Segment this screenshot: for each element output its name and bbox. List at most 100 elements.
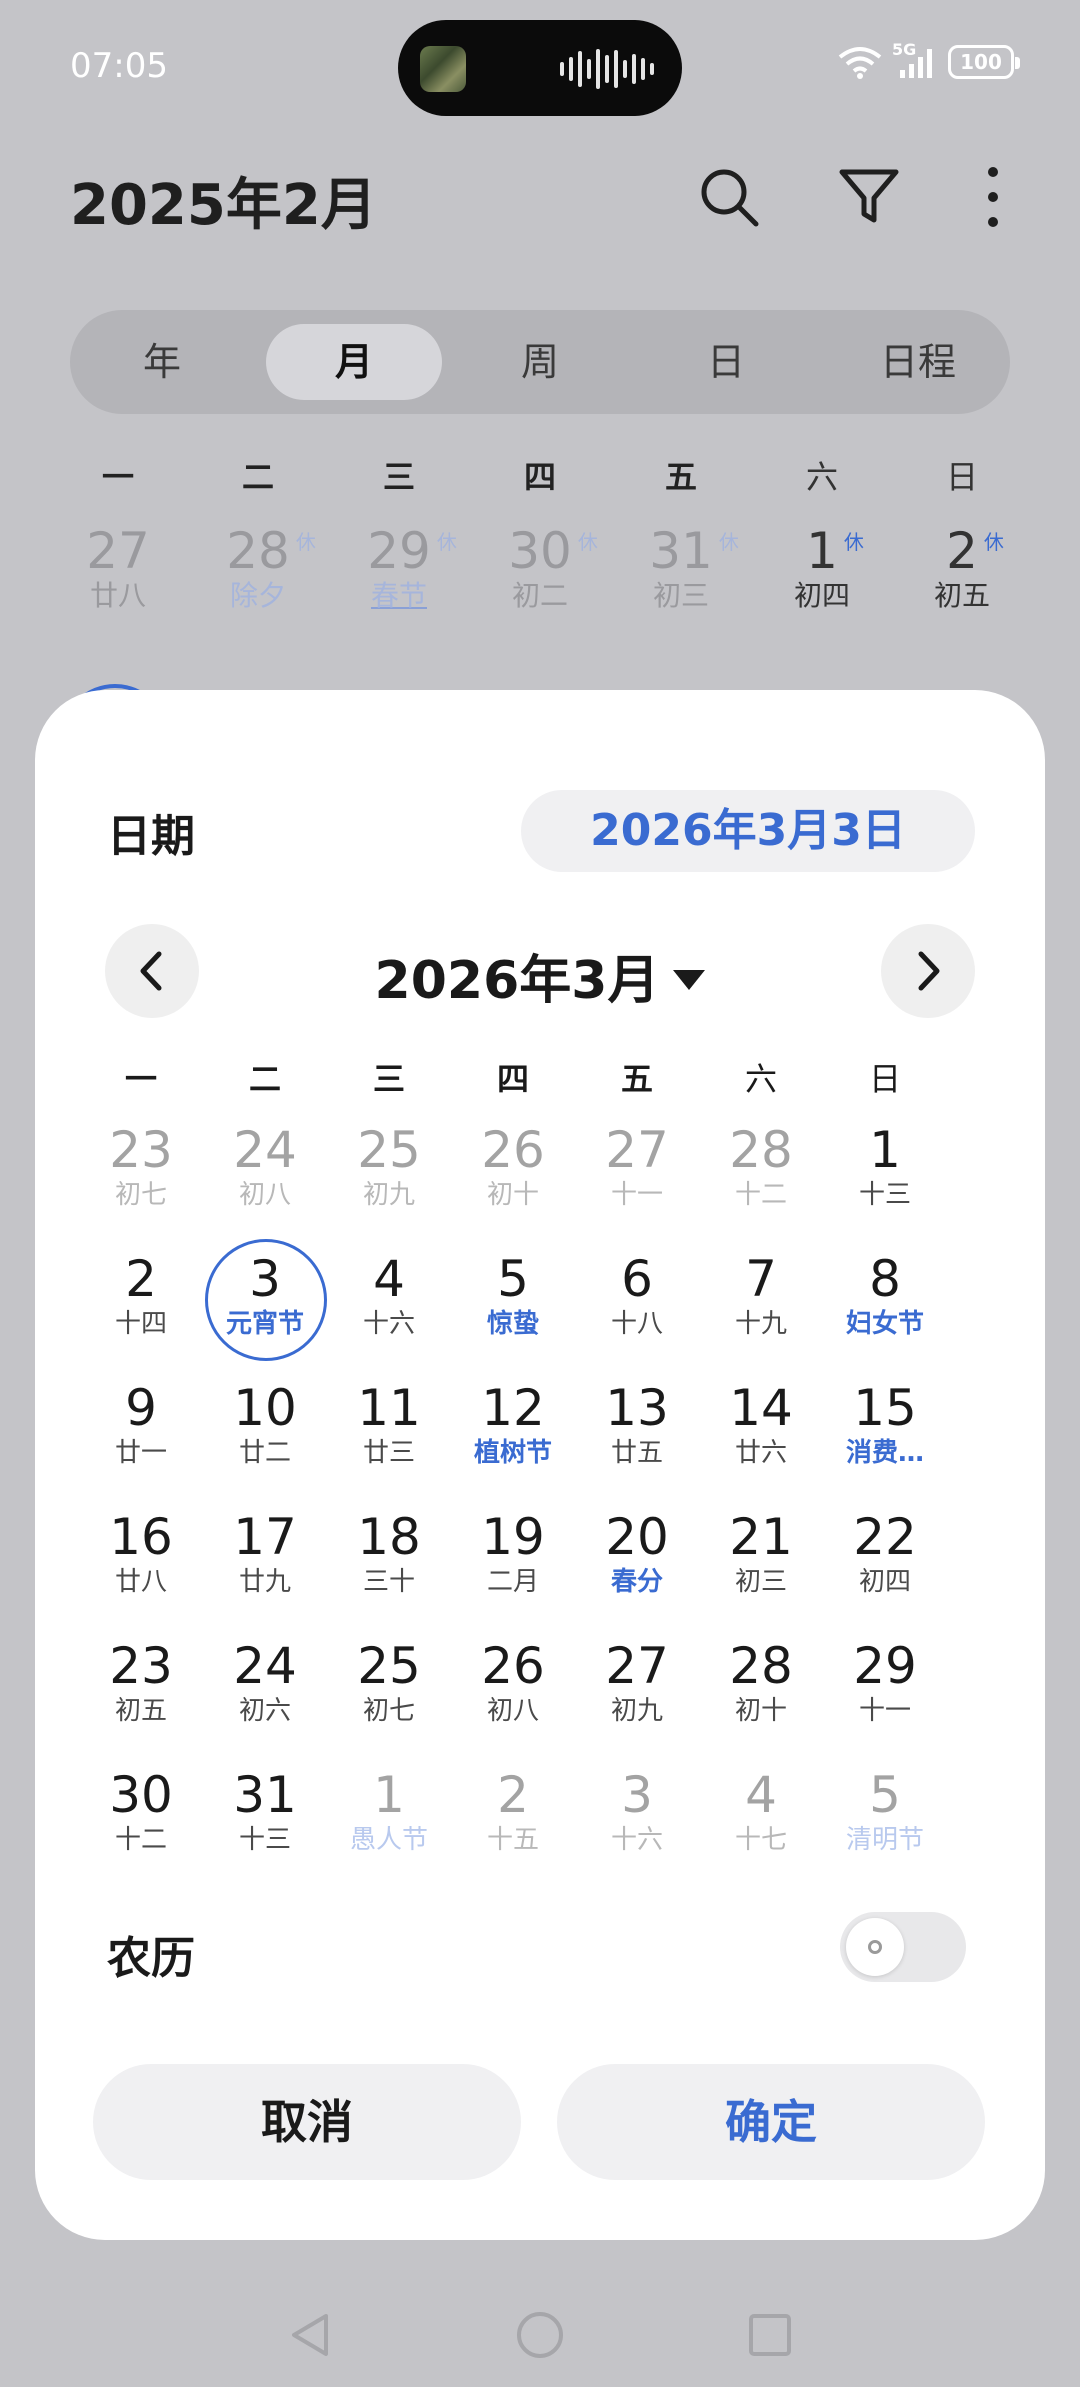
day-number: 31 [649,522,713,580]
day-cell[interactable]: 27 初九 [575,1626,699,1750]
day-cell[interactable]: 23 初五 [79,1626,203,1750]
page-title: 2025年2月 [70,173,377,238]
tab-week[interactable]: 周 [452,324,628,400]
selected-date-display[interactable]: 2026年3月3日 [521,790,975,872]
weekday-label: 日 [945,458,978,496]
view-switcher: 年 月 周 日 日程 [70,310,1010,414]
day-cell[interactable]: 28 初十 [699,1626,823,1750]
system-navigation-bar [0,2300,1080,2370]
background-day-cell[interactable]: 27 廿八 [58,522,178,614]
lunar-label: 妇女节 [845,1309,924,1339]
lunar-label: 初五 [114,1696,167,1726]
lunar-label: 十四 [114,1309,167,1339]
background-day-cell[interactable]: 30 休 初二 [480,522,600,614]
back-icon[interactable] [286,2310,336,2360]
day-cell[interactable]: 4 十七 [699,1755,823,1879]
day-cell[interactable]: 14 廿六 [699,1368,823,1492]
day-cell[interactable]: 8 妇女节 [823,1239,947,1363]
day-cell[interactable]: 4 十六 [327,1239,451,1363]
background-day-cell[interactable]: 2休 初五 [902,522,1022,614]
day-cell[interactable]: 27 十一 [575,1110,699,1234]
next-month-button[interactable] [881,924,975,1018]
day-cell[interactable]: 30 十二 [79,1755,203,1879]
day-cell[interactable]: 17 廿九 [203,1497,327,1621]
day-number: 28 [729,1121,793,1179]
day-cell[interactable]: 3 十六 [575,1755,699,1879]
day-number: 25 [357,1637,421,1695]
background-day-cell[interactable]: 29 休 春节 [339,522,459,614]
filter-icon[interactable] [834,162,904,232]
day-number: 26 [481,1121,545,1179]
background-day-cell[interactable]: 28 休 除夕 [198,522,318,614]
day-cell[interactable]: 24 初六 [203,1626,327,1750]
lunar-label: 廿五 [610,1438,663,1468]
day-number: 5 [497,1250,529,1308]
day-cell[interactable]: 25 初七 [327,1626,451,1750]
day-cell[interactable]: 2 十五 [451,1755,575,1879]
day-cell[interactable]: 5 惊蛰 [451,1239,575,1363]
lunar-label: 初六 [238,1696,291,1726]
more-options-icon[interactable] [958,162,1028,232]
day-cell[interactable]: 12 植树节 [451,1368,575,1492]
day-number: 4 [745,1766,777,1824]
day-cell[interactable]: 1 十三 [823,1110,947,1234]
wifi-icon [838,47,882,79]
lunar-toggle-switch[interactable] [840,1912,966,1982]
day-number: 27 [605,1121,669,1179]
toggle-knob [846,1918,904,1976]
tab-month[interactable]: 月 [266,324,442,400]
day-cell[interactable]: 26 初十 [451,1110,575,1234]
day-cell[interactable]: 31 十三 [203,1755,327,1879]
day-cell[interactable]: 13 廿五 [575,1368,699,1492]
day-number: 28 [226,522,290,580]
dynamic-island[interactable] [398,20,682,116]
month-title: 2026年3月 [374,951,660,1011]
background-day-cell[interactable]: 31 休 初三 [621,522,741,614]
day-cell[interactable]: 11 廿三 [327,1368,451,1492]
lunar-label: 春分 [610,1567,663,1597]
day-cell[interactable]: 6 十八 [575,1239,699,1363]
day-cell[interactable]: 7 十九 [699,1239,823,1363]
day-cell[interactable]: 10 廿二 [203,1368,327,1492]
lunar-label: 十七 [734,1825,787,1855]
day-cell[interactable]: 24 初八 [203,1110,327,1234]
day-cell[interactable]: 23 初七 [79,1110,203,1234]
day-cell[interactable]: 21 初三 [699,1497,823,1621]
day-cell[interactable]: 9 廿一 [79,1368,203,1492]
day-number: 1 [806,522,838,580]
day-number: 29 [367,522,431,580]
search-icon[interactable] [694,162,764,232]
lunar-label: 十三 [238,1825,291,1855]
tab-year[interactable]: 年 [74,324,250,400]
day-number: 14 [729,1379,793,1437]
day-number: 28 [729,1637,793,1695]
day-cell[interactable]: 25 初九 [327,1110,451,1234]
lunar-label: 初三 [734,1567,787,1597]
cancel-button[interactable]: 取消 [93,2064,521,2180]
day-cell[interactable]: 22 初四 [823,1497,947,1621]
day-cell[interactable]: 16 廿八 [79,1497,203,1621]
weekday-label: 四 [523,458,556,496]
day-cell[interactable]: 18 三十 [327,1497,451,1621]
day-cell[interactable]: 28 十二 [699,1110,823,1234]
day-cell[interactable]: 15 消费… [823,1368,947,1492]
tab-schedule[interactable]: 日程 [830,324,1006,400]
day-cell[interactable]: 20 春分 [575,1497,699,1621]
day-cell-selected[interactable]: 3 元宵节 [203,1239,327,1363]
day-cell[interactable]: 26 初八 [451,1626,575,1750]
day-cell[interactable]: 2 十四 [79,1239,203,1363]
confirm-button[interactable]: 确定 [557,2064,985,2180]
day-cell[interactable]: 1 愚人节 [327,1755,451,1879]
day-cell[interactable]: 19 二月 [451,1497,575,1621]
tab-day[interactable]: 日 [638,324,814,400]
background-weekday-header: 一 二 三 四 五 六 日 [0,452,1080,502]
background-day-cell[interactable]: 1休 初四 [762,522,882,614]
home-icon[interactable] [515,2310,565,2360]
day-cell[interactable]: 5 清明节 [823,1755,947,1879]
recent-apps-icon[interactable] [745,2310,795,2360]
lunar-label: 初三 [652,579,709,612]
day-cell[interactable]: 29 十一 [823,1626,947,1750]
day-number: 13 [605,1379,669,1437]
day-number: 2 [497,1766,529,1824]
rest-day-badge: 休 [718,530,739,554]
